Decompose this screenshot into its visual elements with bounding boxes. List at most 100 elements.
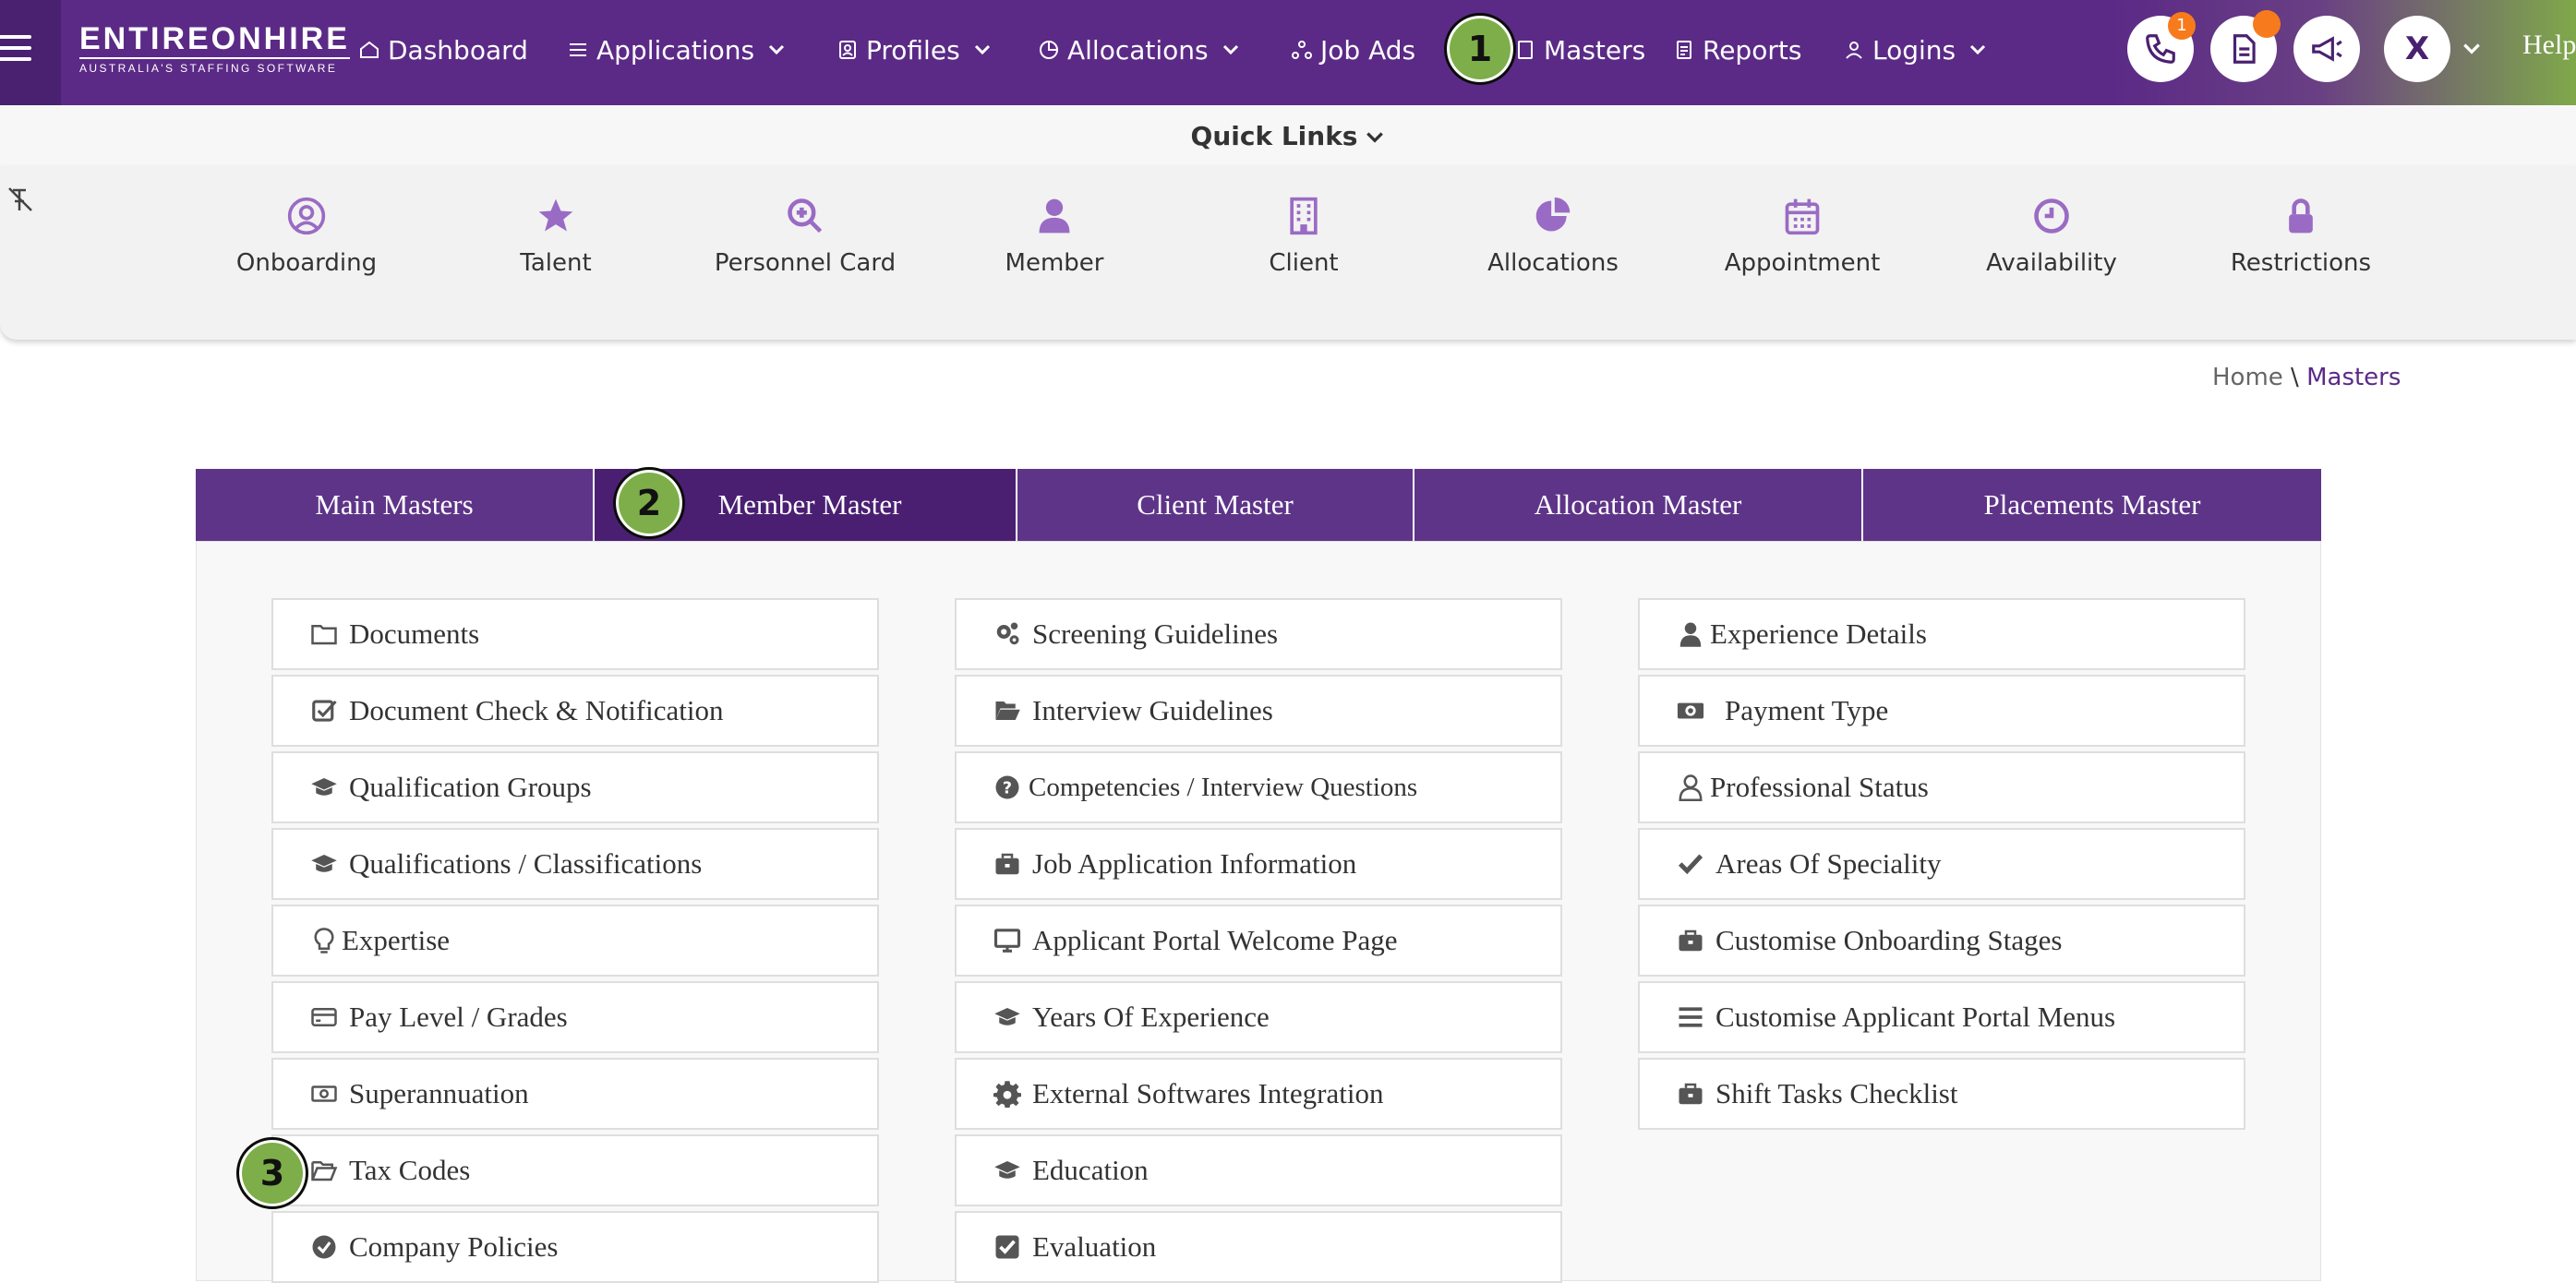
master-item-external-softwares[interactable]: External Softwares Integration — [955, 1058, 1562, 1130]
quick-links-panel: Onboarding Talent Personnel Card Member … — [0, 166, 2576, 340]
nav-job-ads[interactable]: Job Ads — [1291, 30, 1415, 70]
nav-masters[interactable]: Masters — [1514, 30, 1645, 70]
tab-label: Placements Master — [1983, 488, 2201, 521]
master-item-evaluation[interactable]: Evaluation — [955, 1211, 1562, 1283]
chevron-down-icon[interactable] — [2462, 39, 2482, 59]
master-item-documents[interactable]: Documents — [271, 598, 879, 670]
graduation-cap-icon — [993, 1157, 1021, 1184]
master-item-competencies[interactable]: ? Competencies / Interview Questions — [955, 751, 1562, 823]
calls-button[interactable]: 1 — [2127, 12, 2196, 82]
quick-link-personnel-card[interactable]: Personnel Card — [704, 196, 907, 277]
master-item-label: Years Of Experience — [1032, 1001, 1270, 1033]
list-icon — [567, 39, 589, 61]
master-item-label: Experience Details — [1710, 618, 1927, 650]
money-icon — [1677, 697, 1714, 725]
master-item-shift-tasks-checklist[interactable]: Shift Tasks Checklist — [1638, 1058, 2245, 1130]
hamburger-menu-icon[interactable] — [0, 0, 61, 105]
quick-link-label: Restrictions — [2230, 249, 2372, 277]
nav-label: Logins — [1872, 34, 1956, 66]
master-item-interview-guidelines[interactable]: Interview Guidelines — [955, 675, 1562, 747]
graduation-cap-icon — [993, 1003, 1021, 1031]
quick-link-appointment[interactable]: Appointment — [1701, 196, 1904, 277]
chevron-down-icon — [1222, 41, 1240, 59]
avatar-letter: X — [2404, 30, 2430, 67]
tab-main-masters[interactable]: Main Masters — [196, 469, 595, 541]
master-item-label: Applicant Portal Welcome Page — [1032, 924, 1398, 956]
nav-allocations[interactable]: Allocations — [1038, 30, 1240, 70]
nav-label: Profiles — [866, 34, 960, 66]
master-item-education[interactable]: Education — [955, 1134, 1562, 1206]
quick-link-label: Allocations — [1487, 249, 1619, 277]
calls-badge: 1 — [2168, 12, 2196, 40]
briefcase-icon — [1677, 1080, 1704, 1108]
master-item-pay-level[interactable]: Pay Level / Grades — [271, 981, 879, 1053]
quick-link-member[interactable]: Member — [953, 196, 1156, 277]
master-item-applicant-portal-welcome[interactable]: Applicant Portal Welcome Page — [955, 905, 1562, 977]
quick-link-restrictions[interactable]: Restrictions — [2199, 196, 2402, 277]
svg-text:?: ? — [1003, 779, 1012, 797]
master-item-document-check[interactable]: Document Check & Notification — [271, 675, 879, 747]
logo-name: ENTIREONHIRE — [79, 21, 350, 56]
masters-tabs: Main Masters Member Master Client Master… — [196, 469, 2321, 541]
nav-logins[interactable]: Logins — [1843, 30, 1987, 70]
notifications-badge — [2253, 10, 2281, 38]
nav-label: Job Ads — [1320, 34, 1416, 66]
master-item-superannuation[interactable]: Superannuation — [271, 1058, 879, 1130]
quick-link-allocations[interactable]: Allocations — [1451, 196, 1655, 277]
logo[interactable]: ENTIREONHIRE AUSTRALIA'S STAFFING SOFTWA… — [79, 20, 350, 76]
nav-reports[interactable]: Reports — [1673, 30, 1801, 70]
master-item-customise-portal-menus[interactable]: Customise Applicant Portal Menus — [1638, 981, 2245, 1053]
chevron-down-icon — [973, 41, 992, 59]
page-icon — [1514, 39, 1536, 61]
announcements-button[interactable] — [2293, 16, 2360, 82]
home-icon — [358, 39, 380, 61]
quick-link-label: Client — [1269, 249, 1339, 277]
tab-client-master[interactable]: Client Master — [1017, 469, 1414, 541]
breadcrumb-current: Masters — [2306, 364, 2401, 391]
tab-allocation-master[interactable]: Allocation Master — [1414, 469, 1863, 541]
nav-label: Applications — [596, 34, 755, 66]
quick-link-talent[interactable]: Talent — [454, 196, 657, 277]
nav-profiles[interactable]: Profiles — [837, 30, 992, 70]
chevron-down-icon — [767, 41, 786, 59]
pie-icon — [1038, 39, 1060, 61]
help-link[interactable]: Help — [2522, 30, 2576, 61]
user-outline-icon — [1677, 773, 1703, 801]
master-item-label: Customise Onboarding Stages — [1715, 924, 2063, 956]
master-item-qualification-groups[interactable]: Qualification Groups — [271, 751, 879, 823]
master-item-customise-onboarding[interactable]: Customise Onboarding Stages — [1638, 905, 2245, 977]
quick-link-onboarding[interactable]: Onboarding — [205, 196, 408, 277]
avatar[interactable]: X — [2384, 16, 2450, 82]
master-item-job-application-info[interactable]: Job Application Information — [955, 828, 1562, 900]
nav-label: Dashboard — [388, 34, 528, 66]
graduation-cap-icon — [310, 773, 338, 801]
logo-tagline: AUSTRALIA'S STAFFING SOFTWARE — [79, 57, 350, 76]
master-item-qualifications[interactable]: Qualifications / Classifications — [271, 828, 879, 900]
report-icon — [1673, 39, 1695, 61]
master-item-payment-type[interactable]: Payment Type — [1638, 675, 2245, 747]
user-circle-icon — [286, 196, 327, 236]
master-item-company-policies[interactable]: Company Policies — [271, 1211, 879, 1283]
breadcrumb-home[interactable]: Home — [2212, 364, 2283, 391]
check-square-icon — [310, 697, 338, 725]
master-item-years-of-experience[interactable]: Years Of Experience — [955, 981, 1562, 1053]
step-marker-3: 3 — [236, 1137, 308, 1209]
breadcrumb-separator: \ — [2291, 364, 2299, 391]
quick-link-client[interactable]: Client — [1202, 196, 1405, 277]
master-item-professional-status[interactable]: Professional Status — [1638, 751, 2245, 823]
quick-links-toggle[interactable]: Quick Links — [1191, 121, 1386, 151]
tab-placements-master[interactable]: Placements Master — [1863, 469, 2321, 541]
master-item-screening-guidelines[interactable]: Screening Guidelines — [955, 598, 1562, 670]
nav-dashboard[interactable]: Dashboard — [358, 30, 528, 70]
folder-open-icon — [993, 697, 1021, 725]
master-item-experience-details[interactable]: Experience Details — [1638, 598, 2245, 670]
nav-applications[interactable]: Applications — [567, 30, 786, 70]
quick-link-availability[interactable]: Availability — [1950, 196, 2153, 277]
pie-chart-icon — [1533, 196, 1573, 236]
master-item-tax-codes[interactable]: Tax Codes — [271, 1134, 879, 1206]
master-item-areas-of-speciality[interactable]: Areas Of Speciality — [1638, 828, 2245, 900]
check-square-icon — [993, 1233, 1021, 1261]
notifications-button[interactable] — [2210, 10, 2281, 82]
unpin-icon[interactable] — [6, 185, 35, 214]
master-item-expertise[interactable]: Expertise — [271, 905, 879, 977]
